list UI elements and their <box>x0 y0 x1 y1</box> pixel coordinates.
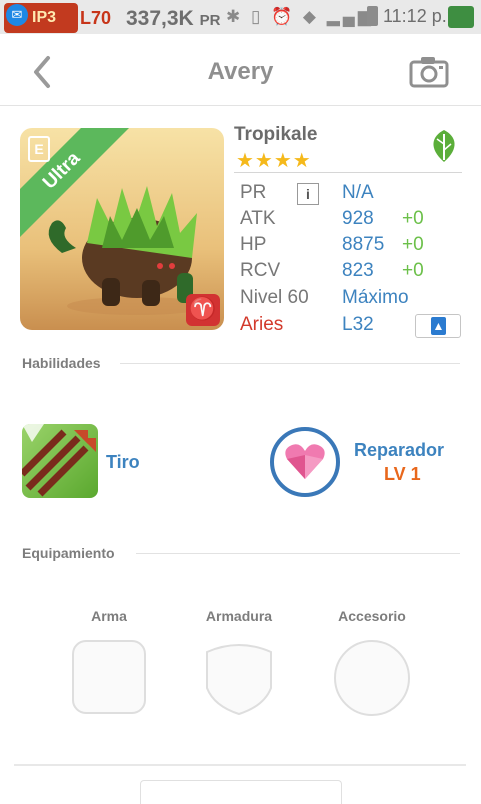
skills-section-title: Habilidades <box>22 355 101 371</box>
stat-value: 928 <box>342 208 374 229</box>
divider <box>14 764 466 766</box>
app-badge-icon <box>448 6 474 28</box>
aries-sign-icon: ♈ <box>186 294 220 326</box>
stat-value: Máximo <box>342 287 409 308</box>
armor-label: Armadura <box>205 608 273 624</box>
heart-icon <box>285 444 325 479</box>
divider <box>120 363 460 364</box>
star-rating: ★★★★ <box>236 150 312 172</box>
info-button[interactable]: i <box>297 183 319 205</box>
stat-row-atk: ATK 928 +0 <box>240 208 462 234</box>
bottom-tab[interactable] <box>140 780 342 804</box>
pr-value: 337,3K <box>126 7 194 30</box>
stat-label: Nivel 60 <box>240 287 309 308</box>
level-notification: L70 <box>80 8 112 28</box>
status-bar: IP3 ✉ L70 337,3K PR ✱ ▯ ⏰ ◆ ▂▄▆ 11:12 p.… <box>0 0 481 34</box>
accessory-slot[interactable] <box>334 640 410 716</box>
stat-label: RCV <box>240 260 281 281</box>
stat-label: HP <box>240 234 267 255</box>
divider <box>136 553 460 554</box>
system-icons: ✱ ▯ ⏰ ◆ ▂▄▆ <box>226 7 374 26</box>
stat-value: N/A <box>342 182 374 203</box>
active-skill-name[interactable]: Tiro <box>106 452 140 473</box>
camera-button[interactable] <box>408 52 450 92</box>
messenger-icon: ✉ <box>6 4 28 26</box>
monster-name: Tropikale <box>234 124 318 145</box>
stat-bonus: +0 <box>402 208 424 229</box>
leader-skill-icon[interactable] <box>270 427 340 497</box>
stat-value: 8875 <box>342 234 385 255</box>
weapon-label: Arma <box>91 608 127 624</box>
pr-notification: 337,3K PR <box>126 7 220 31</box>
weapon-slot[interactable] <box>72 640 146 714</box>
stat-label: ATK <box>240 208 276 229</box>
stat-value: 823 <box>342 260 374 281</box>
stat-row-hp: HP 8875 +0 <box>240 234 462 260</box>
active-skill-icon[interactable] <box>22 424 98 498</box>
equipment-section-title: Equipamiento <box>22 545 115 561</box>
arrows-icon <box>22 424 96 497</box>
leader-skill-name[interactable]: Reparador <box>354 440 444 461</box>
divider <box>234 172 462 173</box>
app-header: Avery <box>0 34 481 106</box>
leader-skill-level: LV 1 <box>384 464 421 484</box>
stat-value: L32 <box>342 314 374 335</box>
stat-row-level: Nivel 60 Máximo <box>240 287 462 313</box>
stat-row-rcv: RCV 823 +0 <box>240 260 462 286</box>
armor-slot[interactable] <box>204 640 274 716</box>
document-icon: E <box>28 136 50 162</box>
upgrade-button[interactable]: ▲ <box>415 314 461 338</box>
camera-icon <box>409 57 449 88</box>
stat-bonus: +0 <box>402 260 424 281</box>
battery-icon <box>367 6 378 26</box>
arrow-up-icon: ▲ <box>431 317 446 335</box>
stat-bonus: +0 <box>402 234 424 255</box>
stat-row-pr: PR i N/A <box>240 182 462 208</box>
leaf-icon <box>433 130 455 162</box>
stat-label: Aries <box>240 314 284 335</box>
stat-label: PR <box>240 182 267 203</box>
pr-unit: PR <box>199 12 221 29</box>
stat-row-sign: Aries L32 ▲ <box>240 314 462 340</box>
accessory-label: Accesorio <box>338 608 406 624</box>
monster-portrait[interactable]: Ultra E ♈ <box>20 128 224 330</box>
